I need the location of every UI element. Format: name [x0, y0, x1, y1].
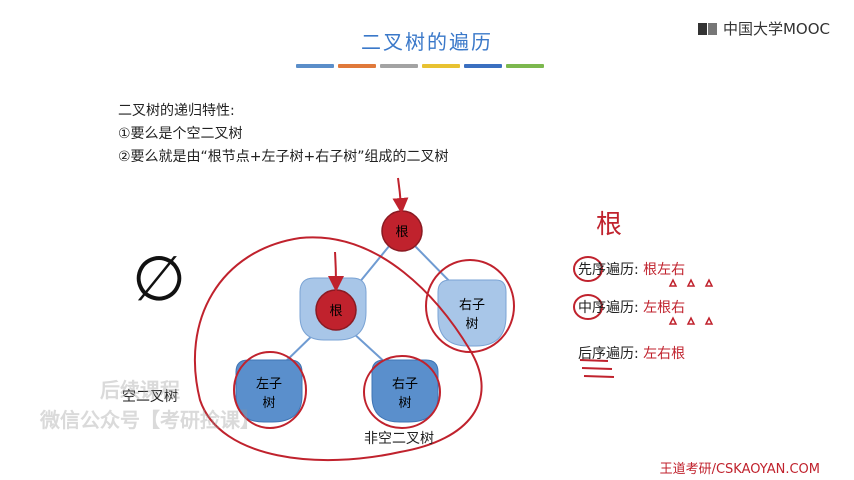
postorder-name: 后序遍历: — [578, 346, 639, 362]
root-node-label: 根 — [395, 225, 408, 240]
right-top-label-2: 树 — [465, 317, 478, 332]
inorder-name: 中序遍历: — [578, 300, 639, 316]
nonempty-tree-label: 非空二叉树 — [364, 431, 434, 447]
arrow-to-root — [392, 177, 409, 214]
preorder-name: 先序遍历: — [578, 262, 639, 278]
right-subtree-top — [437, 279, 507, 347]
inorder-marks — [668, 316, 714, 325]
inorder-row: 中序遍历: 左根右 — [578, 297, 685, 317]
slide: 二叉树的遍历 中国大学MOOC 二叉树的递归特性: ①要么是个空二叉树 ②要么就… — [0, 0, 854, 480]
sub-root-node-label: 根 — [329, 304, 342, 319]
watermark-line-2: 微信公众号【考研捡课】 — [40, 408, 260, 432]
postorder-order: 左右根 — [643, 346, 686, 362]
arrow-to-subroot — [327, 251, 344, 292]
footer-brand: 王道考研/CSKAOYAN.COM — [659, 462, 820, 477]
preorder-row: 先序遍历: 根左右 — [578, 259, 685, 279]
left-bottom-label-2: 树 — [262, 396, 275, 411]
inorder-order: 左根右 — [643, 300, 686, 316]
left-bottom-label-1: 左子 — [256, 377, 282, 392]
watermark-line-1: 后续课程 — [100, 378, 180, 402]
postorder-row: 后序遍历: 左右根 — [578, 343, 685, 363]
annotation-root-char: 根 — [596, 210, 623, 240]
preorder-order: 根左右 — [643, 262, 686, 278]
right-bottom-label-2: 树 — [398, 396, 411, 411]
right-bottom-label-1: 右子 — [392, 377, 418, 392]
right-top-label-1: 右子 — [459, 298, 485, 313]
preorder-marks — [668, 278, 714, 287]
